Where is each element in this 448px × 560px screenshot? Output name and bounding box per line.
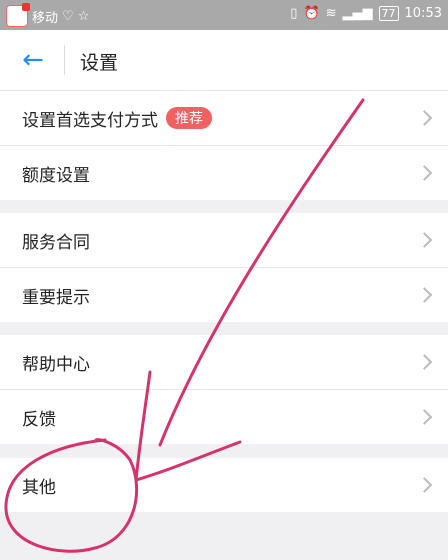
settings-item-limit[interactable]: 额度设置 <box>0 146 448 200</box>
chevron-right-icon <box>416 110 433 126</box>
settings-group-1: 设置首选支付方式 推荐 额度设置 <box>0 91 448 200</box>
chevron-right-icon <box>416 287 433 303</box>
chevron-right-icon <box>416 409 433 425</box>
settings-item-preferred-payment[interactable]: 设置首选支付方式 推荐 <box>0 91 448 146</box>
item-label: 额度设置 <box>22 165 90 186</box>
settings-group-4: 其他 <box>0 458 448 512</box>
settings-item-help-center[interactable]: 帮助中心 <box>0 335 448 390</box>
chevron-right-icon <box>416 165 433 181</box>
settings-group-3: 帮助中心 反馈 <box>0 335 448 444</box>
chevron-right-icon <box>416 354 433 370</box>
signal-icon: ▂▄▆ <box>342 6 373 21</box>
settings-item-other[interactable]: 其他 <box>0 458 448 512</box>
item-label: 其他 <box>22 477 56 498</box>
item-label: 重要提示 <box>22 287 90 308</box>
back-arrow-icon[interactable]: ← <box>16 44 50 76</box>
notification-icons: ♡ ☆ <box>62 8 90 24</box>
top-bar: ← 设置 <box>0 30 448 91</box>
chevron-right-icon <box>416 477 433 493</box>
wifi-icon: ≋ <box>325 6 337 21</box>
status-bar: 移动 ♡ ☆ ▯ ⏰ ≋ ▂▄▆ 77 10:53 <box>0 0 448 30</box>
recommend-badge: 推荐 <box>166 107 212 129</box>
item-label: 反馈 <box>22 409 56 430</box>
settings-item-important-notice[interactable]: 重要提示 <box>0 268 448 322</box>
settings-item-feedback[interactable]: 反馈 <box>0 390 448 444</box>
item-label: 设置首选支付方式 <box>22 110 158 131</box>
chevron-right-icon <box>416 232 433 248</box>
carrier-label: 移动 <box>32 10 59 26</box>
settings-group-2: 服务合同 重要提示 <box>0 213 448 322</box>
vibrate-icon: ▯ <box>290 6 298 21</box>
item-label: 帮助中心 <box>22 354 90 375</box>
clock: 10:53 <box>404 6 442 21</box>
battery-icon: 77 <box>378 6 399 21</box>
settings-item-service-contract[interactable]: 服务合同 <box>0 213 448 268</box>
app-notification-icon <box>6 3 30 27</box>
page-title: 设置 <box>80 52 119 74</box>
header-divider <box>64 45 65 75</box>
alarm-icon: ⏰ <box>303 6 320 21</box>
item-label: 服务合同 <box>22 232 90 253</box>
